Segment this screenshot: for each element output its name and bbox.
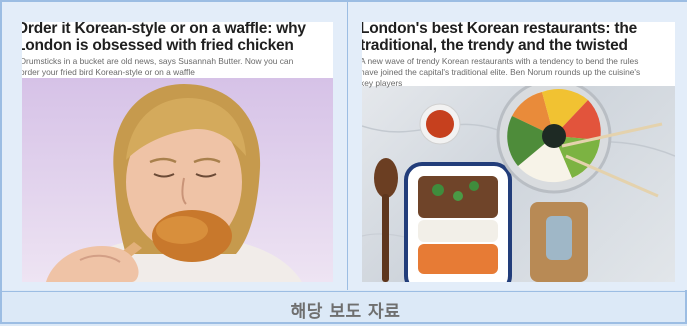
press-coverage-frame: Order it Korean-style or on a waffle: wh… [0, 0, 687, 324]
article-card-fried-chicken[interactable]: Order it Korean-style or on a waffle: wh… [2, 2, 348, 290]
press-release-label: 해당 보도 자료 [290, 301, 401, 322]
article-link-korean-restaurants[interactable] [348, 2, 687, 290]
article-card-korean-restaurants[interactable]: London's best Korean restaurants: the tr… [348, 2, 687, 290]
press-release-caption: 해당 보도 자료 [2, 291, 687, 326]
article-link-fried-chicken[interactable] [2, 2, 347, 290]
